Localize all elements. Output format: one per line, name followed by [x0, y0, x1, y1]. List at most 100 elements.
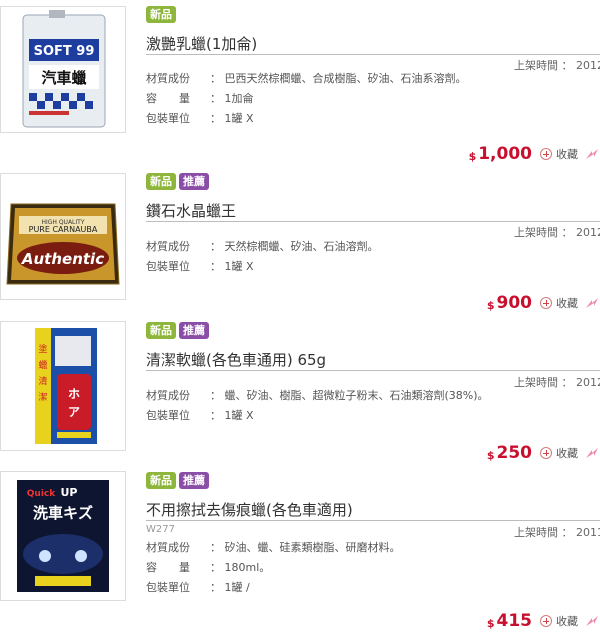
product-badges: 新品 — [146, 6, 176, 23]
spec-value: ： 天然棕櫚蠟、矽油、石油溶劑。 — [210, 240, 379, 253]
svg-text:潔: 潔 — [38, 392, 47, 403]
spec-label: 材質成份 — [146, 541, 190, 554]
title-divider — [146, 221, 600, 222]
title-divider — [146, 54, 600, 55]
price-row: $ 900 收藏 — [487, 292, 600, 314]
spec-label: 材質成份 — [146, 389, 190, 402]
spec-label: 包裝單位 — [146, 260, 190, 273]
spec-row: 材質成份 ： 天然棕櫚蠟、矽油、石油溶劑。 — [146, 240, 379, 260]
svg-text:UP: UP — [61, 486, 78, 499]
price-row: $ 415 收藏 — [487, 610, 600, 632]
spec-label: 容 量 — [146, 92, 190, 105]
svg-text:蠟: 蠟 — [38, 359, 47, 371]
add-favorite-icon[interactable] — [540, 615, 552, 627]
badge-new: 新品 — [146, 173, 176, 190]
product-item: HIGH QUALITY PURE CARNAUBA Authentic 新品 … — [0, 165, 600, 315]
badge-recommended: 推薦 — [179, 173, 209, 190]
price-value: 250 — [496, 443, 533, 463]
listing-date: 上架時間 ： 2012 — [514, 59, 600, 72]
product-badges: 新品 推薦 — [146, 173, 209, 190]
spec-label: 包裝單位 — [146, 581, 190, 594]
currency-symbol: $ — [486, 298, 495, 312]
spec-row: 包裝單位 ： 1罐 / — [146, 581, 401, 601]
listing-date: 上架時間 ： 2012 — [514, 226, 600, 239]
spec-row: 包裝單位 ： 1罐 X — [146, 112, 467, 132]
badge-new: 新品 — [146, 472, 176, 489]
product-item: Quick UP 洗車キズ 新品 推薦 不用擦拭去傷痕蠟(各色車適用) W277… — [0, 465, 600, 640]
price-value: 415 — [496, 611, 533, 631]
product-image[interactable]: SOFT 99 汽車蠟 — [0, 6, 126, 133]
listing-date: 上架時間 ： 2012 — [514, 376, 600, 389]
currency-symbol: $ — [486, 616, 495, 630]
spec-value: ： 矽油、蠟、硅素類樹脂、研磨材料。 — [210, 541, 401, 554]
share-icon[interactable] — [584, 147, 600, 161]
price-row: $ 1,000 收藏 — [469, 143, 600, 165]
spec-row: 包裝單位 ： 1罐 X — [146, 409, 489, 429]
favorite-link[interactable]: 收藏 — [556, 295, 578, 311]
currency-symbol: $ — [486, 448, 495, 462]
badge-new: 新品 — [146, 6, 176, 23]
spec-label: 包裝單位 — [146, 409, 190, 422]
spec-value: ： 1加侖 — [210, 92, 254, 105]
spec-label: 材質成份 — [146, 72, 190, 85]
currency-symbol: $ — [468, 149, 477, 163]
spec-row: 容 量 ： 180ml。 — [146, 561, 401, 581]
product-code: W277 — [146, 524, 175, 535]
svg-text:清: 清 — [38, 375, 47, 387]
product-item: 塗 蠟 清 潔 ホ ア 新品 推薦 清潔軟蠟(各色車通用) 65g 上架時間 ：… — [0, 315, 600, 465]
svg-text:SOFT 99: SOFT 99 — [34, 44, 95, 59]
title-divider — [146, 520, 600, 521]
listing-date: 上架時間 ： 2011 — [514, 526, 600, 539]
product-item: SOFT 99 汽車蠟 新品 激艷乳蠟(1加侖) 上架時間 ： 2012 材質成… — [0, 0, 600, 165]
share-icon[interactable] — [584, 446, 600, 460]
spec-row: 包裝單位 ： 1罐 X — [146, 260, 379, 280]
spec-value: ： 蠟、矽油、樹脂、超微粒子粉末、石油類溶劑(38%)。 — [210, 389, 489, 402]
product-badges: 新品 推薦 — [146, 472, 209, 489]
share-icon[interactable] — [584, 296, 600, 310]
product-title[interactable]: 不用擦拭去傷痕蠟(各色車適用) — [146, 499, 353, 520]
spec-row: 材質成份 ： 蠟、矽油、樹脂、超微粒子粉末、石油類溶劑(38%)。 — [146, 389, 489, 409]
favorite-link[interactable]: 收藏 — [556, 613, 578, 629]
product-image[interactable]: HIGH QUALITY PURE CARNAUBA Authentic — [0, 173, 126, 300]
spec-row: 材質成份 ： 矽油、蠟、硅素類樹脂、研磨材料。 — [146, 541, 401, 561]
svg-text:PURE CARNAUBA: PURE CARNAUBA — [29, 225, 98, 234]
product-title[interactable]: 清潔軟蠟(各色車通用) 65g — [146, 349, 326, 370]
svg-text:洗車キズ: 洗車キズ — [33, 504, 93, 522]
spec-value: ： 1罐 X — [210, 409, 254, 422]
product-title[interactable]: 鑽石水晶蠟王 — [146, 200, 236, 221]
product-title[interactable]: 激艷乳蠟(1加侖) — [146, 33, 257, 54]
spec-label: 材質成份 — [146, 240, 190, 253]
spec-label: 包裝單位 — [146, 112, 190, 125]
product-specs: 材質成份 ： 矽油、蠟、硅素類樹脂、研磨材料。 容 量 ： 180ml。 包裝單位 ：… — [146, 541, 401, 601]
badge-new: 新品 — [146, 322, 176, 339]
badge-recommended: 推薦 — [179, 472, 209, 489]
spec-value: ： 1罐 / — [210, 581, 250, 594]
price-row: $ 250 收藏 — [487, 442, 600, 464]
add-favorite-icon[interactable] — [540, 297, 552, 309]
svg-text:塗: 塗 — [38, 343, 47, 355]
spec-label: 容 量 — [146, 561, 190, 574]
svg-text:ア: ア — [68, 405, 80, 419]
product-specs: 材質成份 ： 蠟、矽油、樹脂、超微粒子粉末、石油類溶劑(38%)。 包裝單位 ： 1… — [146, 389, 489, 429]
product-badges: 新品 推薦 — [146, 322, 209, 339]
favorite-link[interactable]: 收藏 — [556, 146, 578, 162]
spec-row: 材質成份 ： 巴西天然棕櫚蠟、合成樹脂、矽油、石油系溶劑。 — [146, 72, 467, 92]
product-specs: 材質成份 ： 天然棕櫚蠟、矽油、石油溶劑。 包裝單位 ： 1罐 X — [146, 240, 379, 280]
add-favorite-icon[interactable] — [540, 447, 552, 459]
favorite-link[interactable]: 收藏 — [556, 445, 578, 461]
spec-value: ： 1罐 X — [210, 112, 254, 125]
spec-value: ： 180ml。 — [210, 561, 271, 574]
product-image[interactable]: Quick UP 洗車キズ — [0, 471, 126, 601]
price-value: 900 — [496, 293, 533, 313]
svg-text:ホ: ホ — [68, 387, 80, 401]
badge-recommended: 推薦 — [179, 322, 209, 339]
spec-value: ： 巴西天然棕櫚蠟、合成樹脂、矽油、石油系溶劑。 — [210, 72, 467, 85]
product-specs: 材質成份 ： 巴西天然棕櫚蠟、合成樹脂、矽油、石油系溶劑。 容 量 ： 1加侖 包裝… — [146, 72, 467, 132]
title-divider — [146, 370, 600, 371]
spec-value: ： 1罐 X — [210, 260, 254, 273]
product-image[interactable]: 塗 蠟 清 潔 ホ ア — [0, 321, 126, 451]
share-icon[interactable] — [584, 614, 600, 628]
add-favorite-icon[interactable] — [540, 148, 552, 160]
svg-text:Quick: Quick — [27, 489, 56, 499]
spec-row: 容 量 ： 1加侖 — [146, 92, 467, 112]
